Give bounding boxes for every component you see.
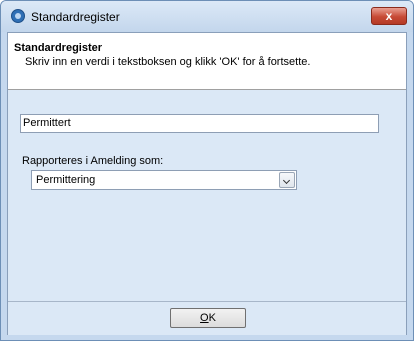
- title-bar[interactable]: Standardregister x: [1, 1, 413, 32]
- dropdown-selected-value: Permittering: [36, 174, 96, 186]
- dialog-window: Standardregister x Standardregister Skri…: [0, 0, 414, 341]
- app-logo-icon: [11, 9, 25, 23]
- content-panel: Permittert Rapporteres i Amelding som: P…: [8, 90, 406, 301]
- header-panel: Standardregister Skriv inn en verdi i te…: [8, 33, 406, 90]
- dialog-client-area: Standardregister Skriv inn en verdi i te…: [7, 32, 407, 335]
- header-instructions: Skriv inn en verdi i tekstboksen og klik…: [25, 56, 311, 68]
- header-title: Standardregister: [14, 42, 103, 54]
- value-text-input[interactable]: Permittert: [20, 114, 379, 133]
- ok-button[interactable]: OK: [170, 308, 246, 328]
- ok-label-rest: K: [208, 312, 216, 324]
- chevron-down-icon[interactable]: [279, 172, 295, 188]
- ok-accelerator: O: [200, 312, 209, 324]
- amelding-label: Rapporteres i Amelding som:: [22, 155, 164, 167]
- close-button[interactable]: x: [371, 7, 407, 25]
- button-bar: OK: [8, 301, 406, 335]
- amelding-dropdown[interactable]: Permittering: [31, 170, 297, 190]
- window-title: Standardregister: [31, 10, 120, 24]
